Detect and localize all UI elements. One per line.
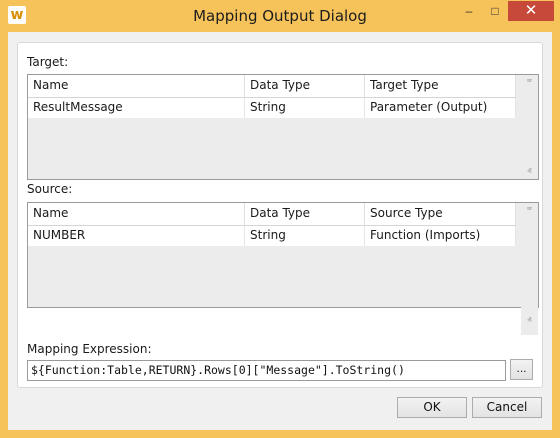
dialog-client-area: Target: Name Data Type Target Type Resul… xyxy=(8,32,552,430)
cancel-button[interactable]: Cancel xyxy=(472,397,542,418)
source-grid-scrollbar[interactable]: ⱎ ⱏ xyxy=(521,203,538,335)
source-label: Source: xyxy=(27,182,73,196)
target-cell-name: ResultMessage xyxy=(28,98,245,118)
target-grid[interactable]: Name Data Type Target Type ResultMessage… xyxy=(27,74,539,180)
target-grid-scrollbar[interactable]: ⱎ ⱏ xyxy=(521,75,538,179)
scroll-down-icon[interactable]: ⱏ xyxy=(521,166,538,177)
mapping-expression-input[interactable]: ${Function:Table,RETURN}.Rows[0]["Messag… xyxy=(27,360,506,381)
source-grid[interactable]: Name Data Type Source Type NUMBER String… xyxy=(27,202,539,335)
source-cell-data-type: String xyxy=(245,226,365,246)
minimize-button[interactable]: – xyxy=(456,1,482,21)
title-bar[interactable]: w Mapping Output Dialog – □ ✕ xyxy=(0,0,560,32)
target-column-target-type[interactable]: Target Type xyxy=(365,75,516,97)
target-grid-header: Name Data Type Target Type xyxy=(28,75,516,98)
close-button[interactable]: ✕ xyxy=(508,1,554,21)
source-column-name[interactable]: Name xyxy=(28,203,245,225)
source-cell-name: NUMBER xyxy=(28,226,245,246)
source-cell-source-type: Function (Imports) xyxy=(365,226,516,246)
scroll-down-icon[interactable]: ⱏ xyxy=(521,315,538,326)
target-label: Target: xyxy=(27,55,69,69)
target-cell-data-type: String xyxy=(245,98,365,118)
ok-button[interactable]: OK xyxy=(397,397,467,418)
source-grid-header: Name Data Type Source Type xyxy=(28,203,516,226)
target-column-name[interactable]: Name xyxy=(28,75,245,97)
dialog-window: w Mapping Output Dialog – □ ✕ Target: Na… xyxy=(0,0,560,438)
source-row[interactable]: NUMBER String Function (Imports) xyxy=(28,226,516,246)
target-column-data-type[interactable]: Data Type xyxy=(245,75,365,97)
target-row[interactable]: ResultMessage String Parameter (Output) xyxy=(28,98,516,118)
browse-expression-button[interactable]: ... xyxy=(510,359,533,380)
maximize-button[interactable]: □ xyxy=(482,1,508,21)
source-column-data-type[interactable]: Data Type xyxy=(245,203,365,225)
mapping-expression-label: Mapping Expression: xyxy=(27,342,152,356)
target-cell-target-type: Parameter (Output) xyxy=(365,98,516,118)
source-column-source-type[interactable]: Source Type xyxy=(365,203,516,225)
scroll-up-icon[interactable]: ⱎ xyxy=(521,77,538,88)
scroll-up-icon[interactable]: ⱎ xyxy=(521,205,538,216)
